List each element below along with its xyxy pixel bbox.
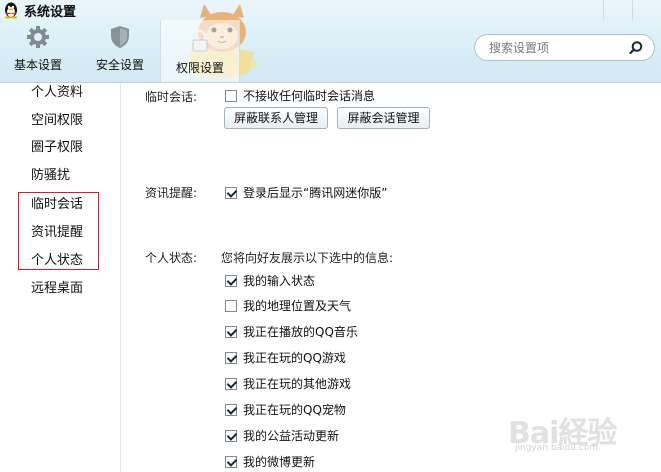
status-option-text: 我正在玩的QQ游戏 [243, 351, 346, 365]
header-bar: 系统设置 基本设置 安全设置 权限设置 搜索设置项 [0, 0, 661, 83]
toolbar-basic-settings[interactable]: 基本设置 [10, 24, 66, 76]
personal-status-label: 个人状态: [145, 251, 198, 265]
search-box[interactable] [474, 34, 655, 61]
temp-session-option[interactable]: 不接收任何临时会话消息 [225, 87, 375, 104]
status-option-text: 我的公益活动更新 [243, 429, 340, 443]
status-checkbox[interactable] [225, 403, 237, 416]
gear-icon [25, 24, 51, 50]
personal-status-desc: 您将向好友展示以下选中的信息: [221, 251, 394, 265]
news-reminder-label: 资讯提醒: [145, 186, 198, 200]
status-checkbox[interactable] [225, 325, 237, 338]
status-option[interactable]: 我正在玩的其他游戏 [225, 375, 351, 392]
title-row: 系统设置 [0, 0, 76, 20]
sidebar-item-space-permission[interactable]: 空间权限 [0, 107, 120, 134]
status-checkbox[interactable] [225, 377, 237, 390]
status-option[interactable]: 我的公益活动更新 [225, 427, 339, 444]
window-controls [603, 0, 661, 20]
status-checkbox[interactable] [225, 351, 237, 364]
window-title: 系统设置 [24, 4, 77, 20]
news-option-text: 登录后显示“腾讯网迷你版” [243, 186, 388, 200]
sidebar-item-anti-harassment[interactable]: 防骚扰 [0, 162, 120, 189]
sidebar-item-remote-desktop[interactable]: 远程桌面 [0, 275, 120, 302]
status-option[interactable]: 我的输入状态 [225, 272, 315, 289]
sidebar-item-circle-permission[interactable]: 圈子权限 [0, 134, 120, 161]
status-option-text: 我正在播放的QQ音乐 [243, 325, 358, 339]
news-checkbox[interactable] [225, 186, 237, 199]
status-checkbox[interactable] [225, 429, 237, 442]
lock-icon [187, 28, 213, 54]
toolbar-permission-settings[interactable]: 权限设置 [160, 20, 240, 82]
status-option-text: 我的输入状态 [243, 274, 316, 288]
temp-session-option-text: 不接收任何临时会话消息 [243, 89, 376, 103]
red-highlight-annotation [18, 192, 99, 270]
search-icon[interactable] [628, 40, 644, 56]
status-option-text: 我正在玩的QQ宠物 [243, 403, 346, 417]
status-checkbox[interactable] [225, 455, 237, 468]
status-option[interactable]: 我的微博更新 [225, 453, 315, 470]
close-button[interactable] [632, 0, 661, 20]
status-option-text: 我的微博更新 [243, 455, 316, 469]
news-option[interactable]: 登录后显示“腾讯网迷你版” [225, 184, 387, 201]
baidu-watermark-url: jingyan.baidu.com [515, 443, 599, 453]
search-input[interactable] [487, 39, 631, 56]
status-option[interactable]: 我的地理位置及天气 [225, 297, 351, 314]
status-option[interactable]: 我正在玩的QQ游戏 [225, 349, 346, 366]
status-option[interactable]: 我正在玩的QQ宠物 [225, 401, 346, 418]
status-checkbox[interactable] [225, 274, 237, 287]
minimize-button[interactable] [603, 0, 632, 20]
status-option[interactable]: 我正在播放的QQ音乐 [225, 323, 358, 340]
status-option-text: 我正在玩的其他游戏 [243, 377, 352, 391]
toolbar-basic-label: 基本设置 [13, 58, 62, 72]
toolbar-security-settings[interactable]: 安全设置 [92, 24, 148, 76]
shield-icon [107, 24, 133, 50]
toolbar-permission-label: 权限设置 [175, 61, 224, 75]
temp-session-checkbox[interactable] [225, 89, 237, 102]
qq-penguin-icon [2, 1, 20, 19]
toolbar-security-label: 安全设置 [95, 58, 144, 72]
settings-sidebar: 个人资料 空间权限 圈子权限 防骚扰 临时会话 资讯提醒 个人状态 远程桌面 [0, 83, 121, 472]
sidebar-item-personal-info[interactable]: 个人资料 [0, 79, 120, 106]
temp-session-label: 临时会话: [145, 90, 198, 104]
block-contacts-button[interactable]: 屏蔽联系人管理 [224, 107, 328, 129]
status-option-text: 我的地理位置及天气 [243, 299, 352, 313]
block-sessions-button[interactable]: 屏蔽会话管理 [337, 107, 430, 129]
status-checkbox[interactable] [225, 299, 237, 312]
